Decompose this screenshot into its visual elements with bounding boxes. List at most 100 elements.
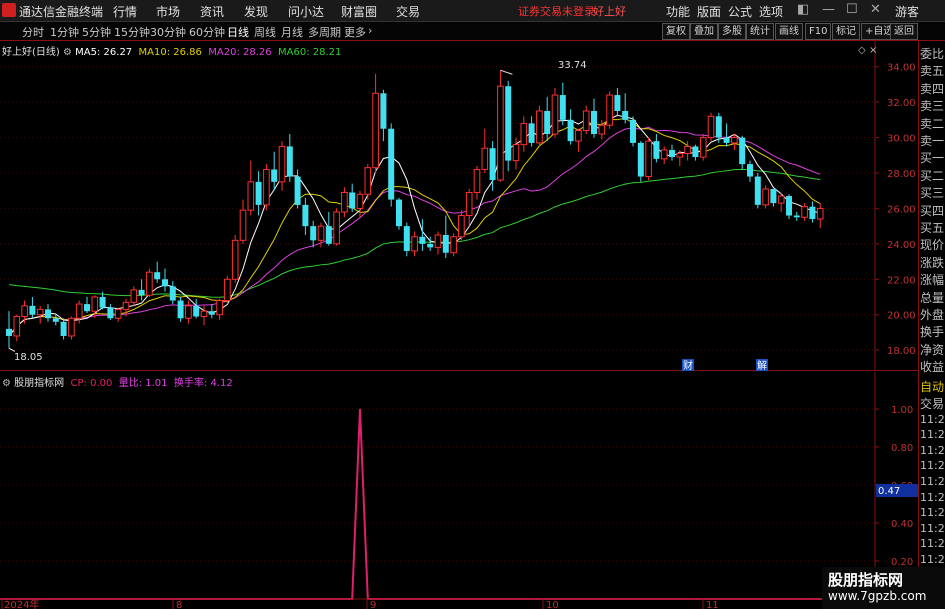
menu-function[interactable]: 功能 [666, 3, 690, 20]
candle-body-up [551, 94, 559, 135]
btn-multi-stock[interactable]: 多股 [718, 23, 746, 40]
ma10-label: MA10: 26.86 [138, 47, 202, 58]
menu-market[interactable]: 市场 [156, 3, 180, 20]
candle-body-down [169, 286, 176, 301]
candle-body-down [809, 206, 816, 220]
chart-close-icon[interactable]: × [869, 45, 877, 56]
menu-ask[interactable]: 问小达 [288, 3, 324, 20]
period-multi[interactable]: 多周期 [308, 24, 341, 40]
chevron-right-icon[interactable]: › [368, 24, 372, 37]
candle-body-up [731, 137, 738, 144]
candle-body-up [146, 271, 153, 296]
quote-label: 委比 [920, 47, 945, 61]
period-timeshare[interactable]: 分时 [22, 24, 44, 40]
menu-news[interactable]: 资讯 [200, 3, 224, 20]
menu-layout[interactable]: 版面 [697, 3, 721, 20]
period-15min[interactable]: 15分钟 [114, 24, 150, 40]
price-tick-label: 22.00 [887, 275, 916, 286]
candle-body-down [325, 226, 332, 244]
candle-body-up [411, 236, 418, 252]
user-label[interactable]: 游客 [895, 3, 919, 20]
candle-body-down [396, 199, 402, 227]
menu-options[interactable]: 选项 [759, 3, 783, 20]
candle-body-down [427, 243, 434, 248]
period-daily[interactable]: 日线 [227, 24, 249, 40]
candle-body-down [84, 304, 90, 312]
menu-trade[interactable]: 交易 [396, 3, 420, 20]
period-60min[interactable]: 60分钟 [189, 24, 225, 40]
price-tick-label: 30.00 [887, 134, 916, 145]
maximize-icon[interactable]: ☐ [846, 2, 858, 17]
candle-body-up [497, 85, 504, 181]
main-legend: 好上好(日线) ⚙ MA5: 26.27 MA10: 26.86 MA20: 2… [2, 43, 341, 58]
candle-body-up [130, 289, 138, 303]
candle-body-down [177, 300, 184, 319]
annotations: 33.74 18.05 财 解 [8, 60, 768, 371]
indicator-settings-icon[interactable]: ⚙ [2, 378, 14, 389]
price-tick-label: 18.00 [887, 346, 916, 357]
chart-setting-icon[interactable]: ◇ [858, 45, 866, 56]
ma5-polyline [8, 114, 821, 337]
period-weekly[interactable]: 周线 [254, 24, 276, 40]
unlock-marker[interactable]: 解 [757, 359, 767, 371]
watermark-name: 股朋指标网 [828, 571, 904, 589]
skin-icon[interactable]: ◧ [797, 2, 809, 17]
trade-time: 11:28 [920, 428, 945, 442]
cp-label: CP: 0.00 [70, 378, 113, 389]
btn-adjust[interactable]: 复权 [662, 23, 690, 40]
candle-body-up [122, 301, 130, 310]
close-icon[interactable]: ✕ [870, 2, 881, 17]
period-30min[interactable]: 30分钟 [150, 24, 186, 40]
period-1min[interactable]: 1分钟 [50, 24, 79, 40]
candle-body-up [231, 239, 239, 280]
menu-quotes[interactable]: 行情 [113, 3, 137, 20]
trade-time: 11:28 [920, 443, 945, 457]
candlestick-chart[interactable]: 34.00 32.00 30.00 28.00 26.00 24.00 22.00 20.00… [0, 41, 918, 371]
candle-body-up [185, 305, 192, 319]
candle-body-down [637, 142, 644, 177]
candle-body-up [114, 308, 122, 319]
candle-body-down [770, 188, 777, 204]
quote-label: 收益 [920, 360, 945, 375]
menu-discover[interactable]: 发现 [244, 3, 268, 20]
price-axis: 34.00 32.00 30.00 28.00 26.00 24.00 22.00 20.00… [875, 63, 916, 357]
finance-marker[interactable]: 财 [683, 359, 693, 371]
trade-label[interactable]: 交易 [920, 395, 944, 412]
period-5min[interactable]: 5分钟 [82, 24, 111, 40]
quote-label: 买五 [920, 221, 945, 235]
ma10-polyline [8, 117, 821, 337]
watermark-url: www.7gpzb.com [828, 589, 927, 603]
indicator-chart[interactable]: 1.000.800.600.400.20 0.47 2024年891011 [0, 372, 918, 609]
candle-body-down [271, 169, 278, 182]
btn-overlay[interactable]: 叠加 [690, 23, 718, 40]
btn-mark[interactable]: 标记 [832, 23, 860, 40]
login-status[interactable]: 证券交易未登录 [518, 3, 595, 19]
candle-body-down [739, 137, 746, 165]
candle-body-down [52, 318, 59, 322]
price-tick-label: 20.00 [887, 311, 916, 322]
btn-f10[interactable]: F10 [805, 23, 832, 40]
menu-formula[interactable]: 公式 [728, 3, 752, 20]
candle-body-down [193, 305, 200, 317]
period-monthly[interactable]: 月线 [281, 24, 303, 40]
period-more[interactable]: 更多 [344, 24, 366, 40]
quote-label: 买一 [920, 151, 945, 166]
minimize-icon[interactable]: — [822, 2, 835, 17]
price-tick-label: 26.00 [887, 204, 916, 215]
menu-wealth[interactable]: 财富圈 [341, 3, 377, 20]
candle-body-down [286, 146, 293, 177]
btn-back[interactable]: 返回 [890, 23, 918, 40]
candle-body-down [614, 95, 621, 111]
candle-body-down [630, 119, 636, 143]
candle-body-down [29, 305, 36, 315]
quote-label: 买四 [920, 203, 945, 218]
trade-time: 11:29 [920, 553, 945, 566]
candle-body-up [216, 300, 223, 316]
candle-body-up [777, 195, 785, 204]
settings-icon[interactable]: ⚙ [63, 47, 75, 58]
auto-label[interactable]: 自动 [920, 378, 944, 395]
indicator-title: 股朋指标网 [14, 378, 65, 389]
candle-body-up [816, 207, 824, 220]
btn-stats[interactable]: 统计 [746, 23, 774, 40]
btn-draw[interactable]: 画线 [775, 23, 803, 40]
